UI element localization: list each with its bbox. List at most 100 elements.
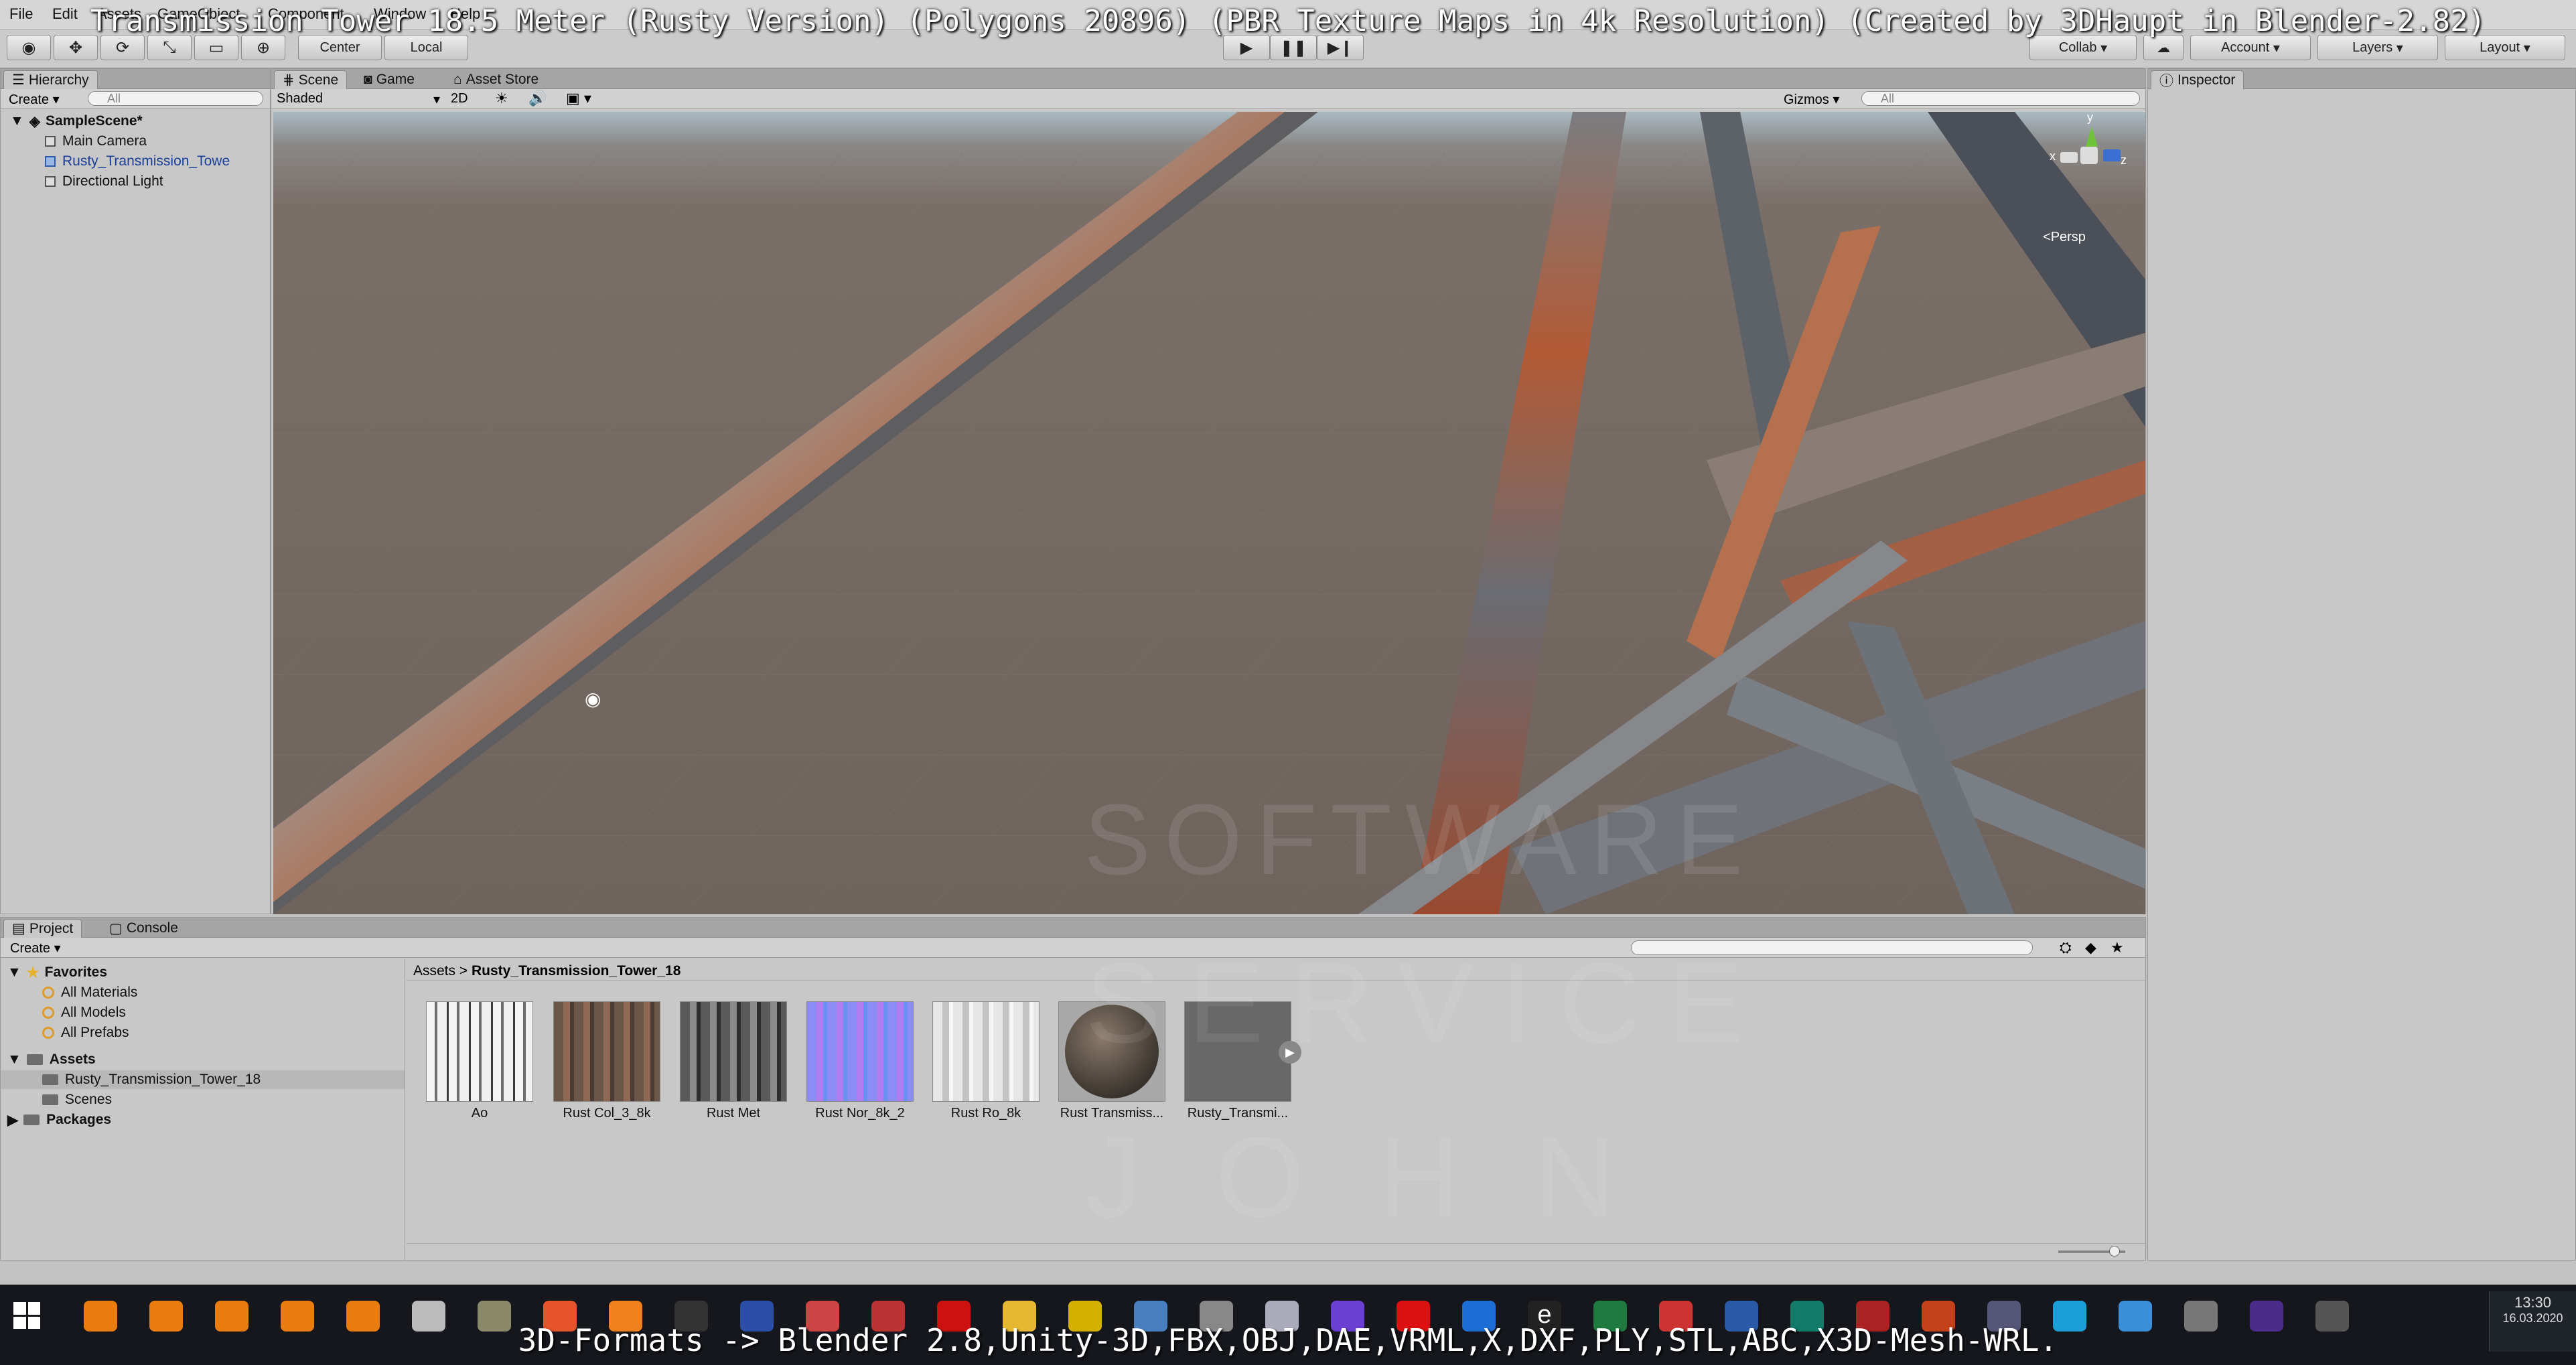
lighting-toggle-icon[interactable]: ☀ bbox=[495, 90, 508, 107]
layers-dropdown[interactable]: Layers ▾ bbox=[2317, 35, 2438, 60]
hand-tool-button[interactable]: ◉ bbox=[7, 35, 51, 60]
step-button[interactable]: ▶❙ bbox=[1317, 35, 1364, 60]
tab-asset-store[interactable]: ⌂ Asset Store bbox=[445, 70, 547, 89]
tab-console[interactable]: ▢ Console bbox=[101, 919, 186, 938]
asset-tile[interactable]: Rust Met bbox=[680, 1001, 787, 1121]
favorites-item[interactable]: All Materials bbox=[1, 983, 405, 1002]
packages-row[interactable]: ▶ Packages bbox=[1, 1110, 405, 1129]
hierarchy-panel: ☰ Hierarchy Create ▾ All ▼ ◈ SampleScene* M… bbox=[0, 68, 271, 914]
filter-label-icon[interactable]: ◆ bbox=[2085, 939, 2096, 956]
cloud-icon: ☁ bbox=[2157, 40, 2170, 56]
video-title-overlay: Transmission Tower 18.5 Meter (Rusty Ver… bbox=[90, 4, 2486, 38]
hierarchy-item-tower[interactable]: Rusty_Transmission_Towe bbox=[1, 152, 270, 171]
asset-thumbnail bbox=[932, 1001, 1040, 1102]
chevron-right-icon: > bbox=[459, 963, 472, 979]
gizmos-dropdown[interactable]: Gizmos ▾ bbox=[1784, 91, 1839, 108]
pivot-center-button[interactable]: Center bbox=[298, 35, 382, 60]
inspector-panel: ⓘ Inspector bbox=[2147, 68, 2576, 1261]
search-icon bbox=[42, 1027, 54, 1039]
formats-overlay: 3D-Formats -> Blender 2.8,Unity-3D,FBX,O… bbox=[518, 1322, 2058, 1358]
breadcrumb-root[interactable]: Assets bbox=[413, 963, 455, 979]
unity-editor-window: File Edit Assets GameObject Component Wi… bbox=[0, 0, 2576, 1365]
hierarchy-item-directional-light[interactable]: Directional Light bbox=[1, 172, 270, 191]
asset-thumbnail bbox=[426, 1001, 533, 1102]
tab-project[interactable]: ▤ Project bbox=[3, 919, 82, 938]
icon-size-slider[interactable] bbox=[2058, 1246, 2125, 1256]
gamepad-icon: ◙ bbox=[364, 72, 372, 87]
rect-icon: ▭ bbox=[208, 38, 224, 57]
gizmo-x-cone-icon[interactable] bbox=[2060, 152, 2078, 163]
star-icon[interactable]: ★ bbox=[2110, 939, 2124, 956]
play-button[interactable]: ▶ bbox=[1223, 35, 1270, 60]
grid-icon: ⋕ bbox=[283, 72, 295, 88]
pause-button[interactable]: ❚❚ bbox=[1270, 35, 1317, 60]
play-icon: ▶ bbox=[1240, 38, 1253, 57]
gizmo-z-cone-icon[interactable] bbox=[2103, 149, 2121, 161]
scale-tool-button[interactable]: ⤡ bbox=[147, 35, 192, 60]
project-create-button[interactable]: Create ▾ bbox=[10, 940, 61, 956]
assets-root-row[interactable]: ▼ Assets bbox=[1, 1050, 405, 1069]
favorites-item[interactable]: All Prefabs bbox=[1, 1023, 405, 1042]
triangle-down-icon: ▼ bbox=[7, 1052, 21, 1067]
pivot-local-button[interactable]: Local bbox=[384, 35, 468, 60]
gizmo-y-cone-icon[interactable] bbox=[2086, 127, 2098, 147]
info-icon: ⓘ bbox=[2159, 73, 2173, 89]
tab-hierarchy[interactable]: ☰ Hierarchy bbox=[3, 70, 98, 89]
asset-tile[interactable]: Ao bbox=[426, 1001, 533, 1121]
gameobject-icon bbox=[45, 136, 56, 147]
collab-dropdown[interactable]: Collab ▾ bbox=[2029, 35, 2137, 60]
rotate-icon: ⟳ bbox=[115, 38, 130, 57]
audio-toggle-icon[interactable]: 🔊 bbox=[528, 90, 547, 107]
slider-thumb[interactable] bbox=[2109, 1246, 2120, 1256]
watermark-text: SERVICE bbox=[1085, 940, 1771, 1067]
folder-icon: ▤ bbox=[12, 921, 25, 936]
tab-scene[interactable]: ⋕ Scene bbox=[274, 70, 348, 89]
search-icon bbox=[42, 1007, 54, 1019]
scale-icon: ⤡ bbox=[163, 38, 176, 56]
asset-tile[interactable]: Rust Col_3_8k bbox=[553, 1001, 660, 1121]
projection-label[interactable]: <Persp bbox=[2043, 230, 2086, 245]
folder-item-selected[interactable]: Rusty_Transmission_Tower_18 bbox=[1, 1070, 405, 1089]
watermark-text: JOHN bbox=[1085, 1114, 1690, 1241]
asset-tile[interactable]: Rust Nor_8k_2 bbox=[806, 1001, 914, 1121]
folder-item[interactable]: Scenes bbox=[1, 1090, 405, 1109]
hierarchy-search-input[interactable]: All bbox=[88, 91, 263, 106]
gizmo-center-cube-icon[interactable] bbox=[2080, 147, 2098, 164]
rotate-tool-button[interactable]: ⟳ bbox=[100, 35, 145, 60]
scene-viewport[interactable]: y x z <Persp ◉ SOFTWARE bbox=[273, 112, 2145, 914]
effects-toggle-icon[interactable]: ▣ ▾ bbox=[566, 90, 591, 107]
hierarchy-item-main-camera[interactable]: Main Camera bbox=[1, 132, 270, 151]
triangle-right-icon: ▶ bbox=[7, 1112, 19, 1128]
project-footer bbox=[407, 1243, 2145, 1259]
triangle-down-icon: ▼ bbox=[7, 964, 21, 980]
rect-tool-button[interactable]: ▭ bbox=[194, 35, 238, 60]
account-dropdown[interactable]: Account ▾ bbox=[2190, 35, 2311, 60]
eye-icon: ◉ bbox=[21, 38, 36, 57]
tab-game[interactable]: ◙ Game bbox=[356, 70, 423, 89]
asset-thumbnail bbox=[680, 1001, 787, 1102]
asset-thumbnail bbox=[806, 1001, 914, 1102]
prefab-icon bbox=[45, 156, 56, 167]
toggle-2d-button[interactable]: 2D bbox=[451, 91, 468, 106]
cloud-button[interactable]: ☁ bbox=[2143, 35, 2184, 60]
layout-dropdown[interactable]: Layout ▾ bbox=[2445, 35, 2565, 60]
eye-cursor-icon: ◉ bbox=[585, 689, 601, 709]
list-icon: ☰ bbox=[12, 72, 25, 88]
hierarchy-create-button[interactable]: Create ▾ bbox=[9, 91, 60, 108]
watermark-text: SOFTWARE bbox=[1084, 783, 1757, 895]
breadcrumb-current[interactable]: Rusty_Transmission_Tower_18 bbox=[472, 963, 681, 979]
favorites-row[interactable]: ▼ ★ Favorites bbox=[1, 963, 405, 982]
favorites-item[interactable]: All Models bbox=[1, 1003, 405, 1022]
console-icon: ▢ bbox=[109, 920, 123, 936]
move-icon: ✥ bbox=[68, 38, 83, 57]
transform-tool-button[interactable]: ⊕ bbox=[241, 35, 285, 60]
gameobject-icon bbox=[45, 176, 56, 187]
filter-type-icon[interactable]: ⛭ bbox=[2060, 939, 2072, 956]
shading-mode-dropdown[interactable]: Shaded ▾ bbox=[277, 91, 444, 107]
asset-tile[interactable]: Rust Ro_8k bbox=[932, 1001, 1040, 1121]
scene-search-input[interactable]: All bbox=[1861, 91, 2140, 106]
tab-inspector[interactable]: ⓘ Inspector bbox=[2151, 70, 2244, 89]
orientation-gizmo[interactable]: y x z bbox=[2048, 112, 2129, 210]
move-tool-button[interactable]: ✥ bbox=[54, 35, 98, 60]
scene-root-row[interactable]: ▼ ◈ SampleScene* bbox=[1, 112, 270, 131]
